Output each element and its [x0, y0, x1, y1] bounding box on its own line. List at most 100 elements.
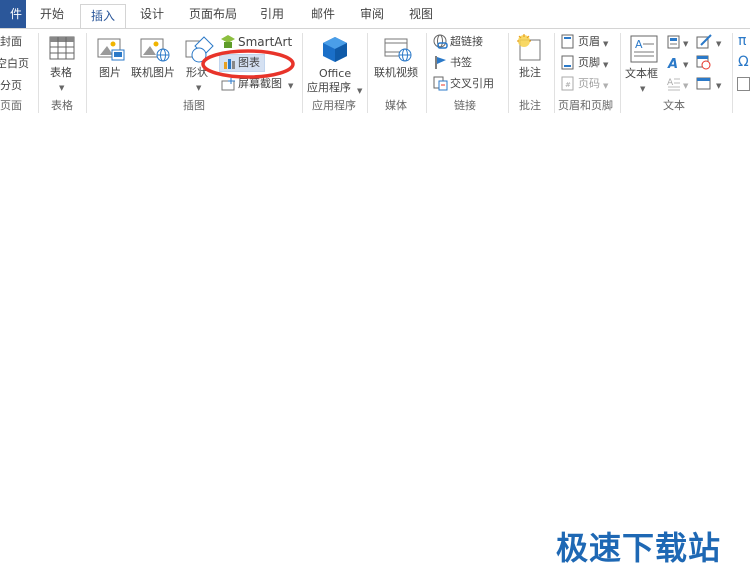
tab-references[interactable]: 引用 — [260, 0, 284, 28]
hyperlink-icon — [433, 34, 448, 49]
group-label-comments: 批注 — [519, 99, 541, 112]
drop-cap-dropdown-icon: ▼ — [683, 82, 689, 90]
page-number-label: 页码 — [578, 77, 600, 90]
drop-cap-icon: A — [667, 78, 680, 91]
date-time-button[interactable] — [696, 54, 716, 72]
group-separator — [86, 33, 87, 113]
footer-label: 页脚 — [578, 56, 600, 69]
cross-reference-button[interactable]: 交叉引用 — [432, 75, 504, 93]
ribbon-tab-bar: 件 开始 插入 设计 页面布局 引用 邮件 审阅 视图 — [0, 0, 750, 29]
group-label-header-footer: 页眉和页脚 — [558, 99, 613, 112]
textbox-label: 文本框 — [625, 67, 658, 80]
page-number-icon: # — [561, 76, 574, 91]
tab-mailings[interactable]: 邮件 — [311, 0, 335, 28]
group-label-apps: 应用程序 — [312, 99, 356, 112]
comment-button[interactable]: 批注 — [512, 33, 550, 93]
page-break-label: 分页 — [0, 79, 22, 92]
ribbon-insert: 封面 空白页 分页 页面 表格 ▼ 表格 图片 联机图片 形状 ▼ SmartA… — [0, 28, 750, 116]
group-separator — [508, 33, 509, 113]
page-number-button[interactable]: # 页码 ▼ — [560, 75, 618, 93]
tab-view[interactable]: 视图 — [409, 0, 433, 28]
signature-line-icon — [696, 34, 712, 49]
group-separator — [302, 33, 303, 113]
svg-text:A: A — [667, 57, 678, 70]
group-label-illustrations: 插图 — [183, 99, 205, 112]
comment-icon — [517, 34, 541, 61]
bookmark-button[interactable]: 书签 — [432, 54, 492, 72]
footer-icon — [561, 55, 574, 70]
object-dropdown-icon: ▼ — [716, 82, 722, 90]
group-label-media: 媒体 — [385, 99, 407, 112]
omega-icon: Ω — [738, 54, 749, 70]
wordart-icon: A — [667, 57, 678, 70]
svg-text:#: # — [565, 81, 571, 89]
equation-button[interactable]: π — [737, 33, 750, 51]
group-separator — [554, 33, 555, 113]
office-apps-icon — [323, 37, 347, 62]
table-button[interactable]: 表格 ▼ — [44, 33, 80, 93]
cover-page-label: 封面 — [0, 35, 22, 48]
picture-button[interactable]: 图片 — [94, 33, 126, 93]
group-separator — [367, 33, 368, 113]
wordart-button[interactable]: A ▼ — [667, 54, 691, 72]
office-apps-label-line1: Office — [319, 67, 352, 80]
table-label: 表格 — [50, 66, 72, 79]
pi-icon: π — [738, 33, 747, 49]
group-label-links: 链接 — [454, 99, 476, 112]
hyperlink-label: 超链接 — [450, 35, 483, 48]
quick-parts-dropdown-icon: ▼ — [683, 40, 689, 48]
office-apps-label-line2: 应用程序 — [307, 81, 351, 94]
bookmark-label: 书签 — [450, 56, 472, 69]
tab-insert[interactable]: 插入 — [80, 4, 127, 29]
tab-file[interactable]: 件 — [0, 0, 26, 28]
online-video-icon — [384, 38, 412, 62]
office-apps-button[interactable]: Office 应用程序 ▼ — [305, 33, 365, 95]
picture-label: 图片 — [99, 66, 121, 79]
group-separator — [732, 33, 733, 113]
shapes-dropdown-icon: ▼ — [196, 84, 202, 92]
textbox-button[interactable]: A 文本框 ▼ — [624, 33, 664, 93]
online-picture-label: 联机图片 — [131, 66, 175, 79]
date-time-icon — [696, 55, 711, 70]
blank-page-label: 空白页 — [0, 57, 29, 70]
signature-line-dropdown-icon: ▼ — [716, 40, 722, 48]
document-canvas[interactable] — [0, 115, 750, 579]
header-button[interactable]: 页眉 ▼ — [560, 33, 618, 51]
textbox-icon: A — [630, 35, 658, 63]
bookmark-icon — [435, 56, 446, 69]
office-apps-dropdown-icon: ▼ — [357, 87, 363, 95]
object-icon — [696, 77, 711, 90]
online-video-label: 联机视频 — [374, 66, 418, 79]
table-dropdown-icon: ▼ — [59, 84, 65, 92]
header-label: 页眉 — [578, 35, 600, 48]
textbox-dropdown-icon: ▼ — [640, 85, 646, 93]
header-icon — [561, 34, 574, 49]
online-video-button[interactable]: 联机视频 — [371, 33, 423, 93]
hyperlink-button[interactable]: 超链接 — [432, 33, 502, 51]
tab-layout[interactable]: 页面布局 — [189, 0, 237, 28]
tab-home[interactable]: 开始 — [40, 0, 64, 28]
group-separator — [426, 33, 427, 113]
group-label-table: 表格 — [51, 99, 73, 112]
quick-parts-icon — [667, 35, 680, 49]
online-picture-icon — [140, 38, 170, 62]
footer-button[interactable]: 页脚 ▼ — [560, 54, 618, 72]
signature-line-button[interactable]: ▼ — [696, 33, 724, 51]
cross-reference-icon — [433, 76, 448, 91]
symbol-button[interactable]: Ω — [737, 54, 750, 72]
screenshot-dropdown-icon: ▼ — [288, 82, 294, 90]
object-button[interactable]: ▼ — [696, 75, 724, 93]
page-number-dropdown-icon: ▼ — [603, 82, 609, 90]
quick-parts-button[interactable]: ▼ — [667, 33, 691, 51]
tab-review[interactable]: 审阅 — [360, 0, 384, 28]
header-dropdown-icon: ▼ — [603, 40, 609, 48]
svg-text:A: A — [635, 38, 643, 51]
group-separator — [620, 33, 621, 113]
drop-cap-button[interactable]: A ▼ — [667, 75, 691, 93]
online-picture-button[interactable]: 联机图片 — [130, 33, 178, 93]
group-separator — [38, 33, 39, 113]
highlight-ellipse — [201, 49, 295, 79]
tab-design[interactable]: 设计 — [140, 0, 164, 28]
symbol-extra-button[interactable] — [737, 77, 750, 91]
site-watermark: 极速下载站 — [556, 529, 722, 567]
